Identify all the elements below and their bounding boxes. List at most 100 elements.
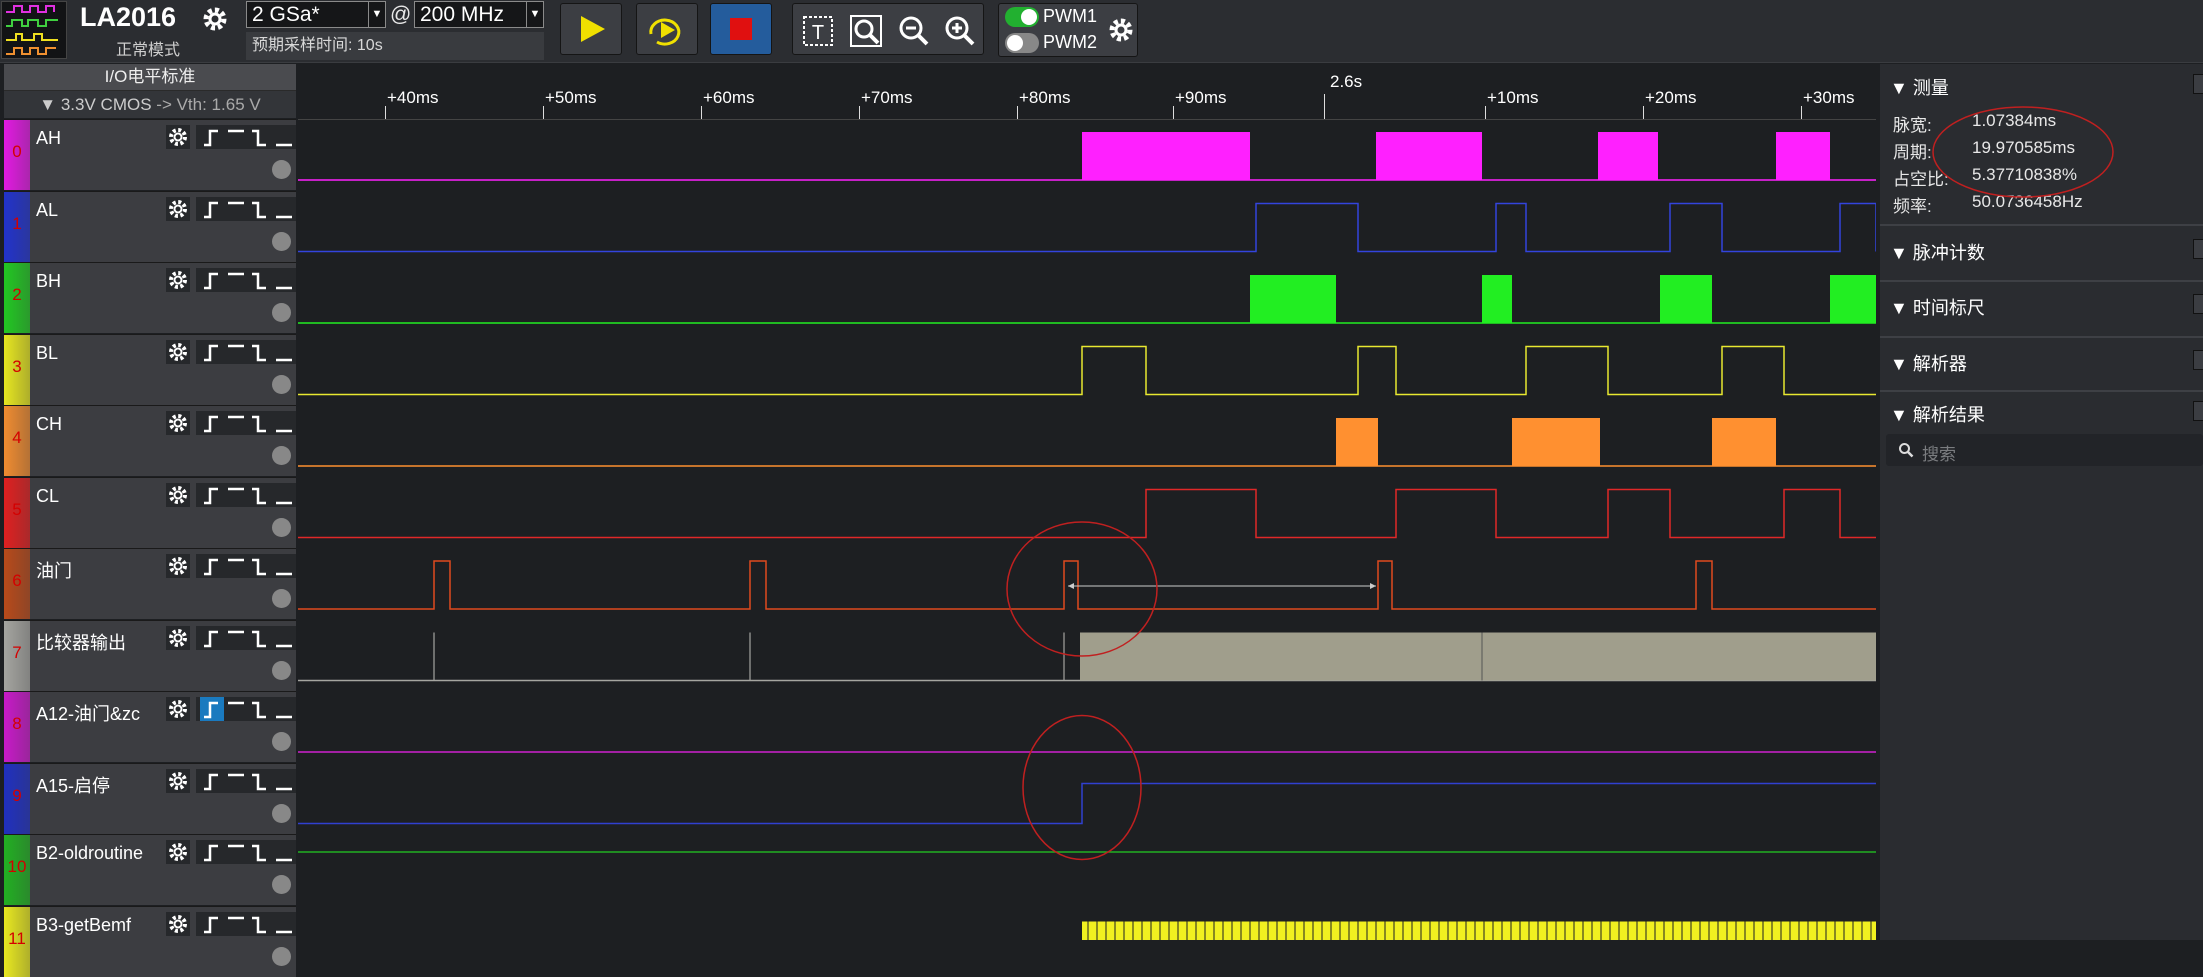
io-standard-select[interactable]: ▼ 3.3V CMOS -> Vth: 1.65 V	[4, 91, 296, 118]
channel-name[interactable]: AL	[36, 200, 58, 221]
low-level-icon[interactable]	[272, 626, 296, 650]
channel-row[interactable]: 10 B2-oldroutine	[4, 834, 296, 905]
channel-settings-gear-icon[interactable]	[166, 125, 190, 149]
falling-edge-icon[interactable]	[248, 483, 272, 507]
rising-edge-icon[interactable]	[200, 268, 224, 292]
rising-edge-icon[interactable]	[200, 411, 224, 435]
falling-edge-icon[interactable]	[248, 268, 272, 292]
channel-row[interactable]: 9 A15-启停	[4, 762, 296, 834]
rising-edge-icon[interactable]	[200, 483, 224, 507]
channel-row[interactable]: 8 A12-油门&zc	[4, 691, 296, 762]
low-level-icon[interactable]	[272, 268, 296, 292]
channel-status-dot[interactable]	[272, 160, 291, 179]
falling-edge-icon[interactable]	[248, 554, 272, 578]
channel-row[interactable]: 2 BH	[4, 262, 296, 333]
channel-name[interactable]: B2-oldroutine	[36, 843, 143, 864]
run-button[interactable]	[560, 3, 622, 55]
sample-rate-select[interactable]: 2 GSa* ▼	[246, 1, 386, 28]
high-level-icon[interactable]	[224, 554, 248, 578]
channel-settings-gear-icon[interactable]	[166, 768, 190, 793]
rising-edge-icon[interactable]	[200, 840, 224, 864]
section-analyzer[interactable]: ▼ 解析器	[1890, 350, 1967, 376]
high-level-icon[interactable]	[224, 125, 248, 149]
channel-name[interactable]: 油门	[36, 557, 72, 583]
channel-name[interactable]: B3-getBemf	[36, 915, 131, 936]
channel-status-dot[interactable]	[272, 946, 291, 966]
time-ruler[interactable]: +40ms +50ms +60ms +70ms +80ms +90ms 2.6s +10ms +…	[298, 64, 1876, 120]
falling-edge-icon[interactable]	[248, 340, 272, 364]
falling-edge-icon[interactable]	[248, 197, 272, 221]
pwm2-toggle[interactable]	[1005, 33, 1039, 53]
rising-edge-icon[interactable]	[200, 554, 224, 578]
rising-edge-icon[interactable]	[200, 197, 224, 221]
channel-row[interactable]: 0 AH	[4, 119, 296, 190]
channel-status-dot[interactable]	[272, 875, 291, 894]
continuous-run-button[interactable]	[636, 3, 698, 55]
channel-status-dot[interactable]	[272, 732, 291, 751]
falling-edge-icon[interactable]	[248, 626, 272, 650]
channel-row[interactable]: 5 CL	[4, 476, 296, 548]
rising-edge-icon[interactable]	[200, 340, 224, 364]
channel-status-dot[interactable]	[272, 231, 291, 251]
low-level-icon[interactable]	[272, 411, 296, 435]
section-options-button[interactable]	[2193, 350, 2203, 370]
channel-settings-gear-icon[interactable]	[166, 196, 190, 221]
channel-row[interactable]: 7 比较器输出	[4, 619, 296, 691]
channel-name[interactable]: CL	[36, 486, 59, 507]
high-level-icon[interactable]	[224, 769, 248, 793]
channel-settings-gear-icon[interactable]	[166, 840, 190, 864]
channel-name[interactable]: AH	[36, 128, 61, 149]
channel-settings-gear-icon[interactable]	[166, 339, 190, 364]
mode-label[interactable]: 正常模式	[116, 36, 180, 60]
channel-name[interactable]: A15-启停	[36, 772, 110, 798]
pwm1-toggle[interactable]	[1005, 7, 1039, 27]
low-level-icon[interactable]	[272, 483, 296, 507]
falling-edge-icon[interactable]	[248, 411, 272, 435]
channel-settings-gear-icon[interactable]	[166, 625, 190, 650]
pwm-settings-gear-icon[interactable]	[1107, 16, 1135, 44]
section-options-button[interactable]	[2193, 74, 2203, 94]
low-level-icon[interactable]	[272, 697, 296, 721]
high-level-icon[interactable]	[224, 483, 248, 507]
section-options-button[interactable]	[2193, 294, 2203, 314]
high-level-icon[interactable]	[224, 340, 248, 364]
low-level-icon[interactable]	[272, 554, 296, 578]
channel-settings-gear-icon[interactable]	[166, 911, 190, 936]
channel-name[interactable]: A12-油门&zc	[36, 700, 140, 726]
low-level-icon[interactable]	[272, 769, 296, 793]
high-level-icon[interactable]	[224, 840, 248, 864]
falling-edge-icon[interactable]	[248, 125, 272, 149]
section-analysis-results[interactable]: ▼ 解析结果	[1890, 401, 1985, 427]
channel-status-dot[interactable]	[272, 589, 291, 608]
low-level-icon[interactable]	[272, 197, 296, 221]
channel-row[interactable]: 4 CH	[4, 405, 296, 476]
rising-edge-icon[interactable]	[200, 697, 224, 721]
search-input[interactable]: 搜索	[1886, 434, 2203, 466]
section-measure[interactable]: ▼ 测量	[1890, 74, 1949, 100]
low-level-icon[interactable]	[272, 840, 296, 864]
channel-settings-gear-icon[interactable]	[166, 268, 190, 292]
channel-name[interactable]: CH	[36, 414, 62, 435]
channel-row[interactable]: 6 油门	[4, 548, 296, 619]
high-level-icon[interactable]	[224, 626, 248, 650]
channel-settings-gear-icon[interactable]	[166, 554, 190, 578]
channel-name[interactable]: BH	[36, 271, 61, 292]
low-level-icon[interactable]	[272, 125, 296, 149]
high-level-icon[interactable]	[224, 268, 248, 292]
device-settings-gear-icon[interactable]	[200, 4, 230, 34]
rising-edge-icon[interactable]	[200, 125, 224, 149]
low-level-icon[interactable]	[272, 912, 296, 936]
sample-freq-select[interactable]: 200 MHz ▼	[414, 1, 544, 28]
channel-row[interactable]: 3 BL	[4, 333, 296, 405]
channel-status-dot[interactable]	[272, 803, 291, 823]
high-level-icon[interactable]	[224, 697, 248, 721]
rising-edge-icon[interactable]	[200, 626, 224, 650]
channel-settings-gear-icon[interactable]	[166, 411, 190, 435]
rising-edge-icon[interactable]	[200, 769, 224, 793]
channel-status-dot[interactable]	[272, 517, 291, 537]
rising-edge-icon[interactable]	[200, 912, 224, 936]
channel-status-dot[interactable]	[272, 374, 291, 394]
section-options-button[interactable]	[2193, 401, 2203, 421]
stop-button[interactable]	[710, 3, 772, 55]
section-time-ruler[interactable]: ▼ 时间标尺	[1890, 294, 1985, 320]
